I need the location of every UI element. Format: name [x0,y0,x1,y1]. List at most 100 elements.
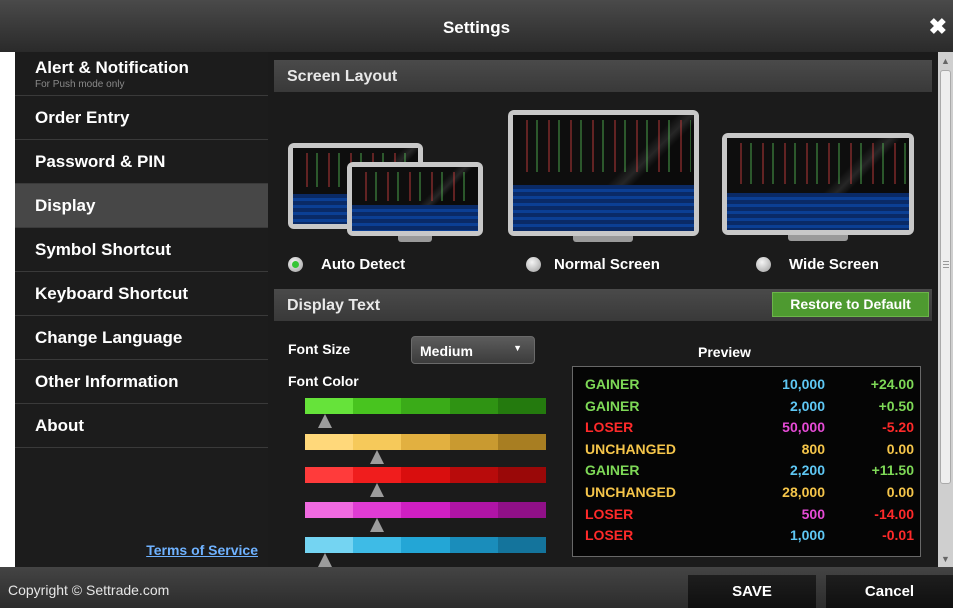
color-swatch[interactable] [497,467,547,483]
preview-change: -5.20 [882,419,914,436]
copyright-text: Copyright © Settrade.com [8,582,170,598]
color-swatch[interactable] [449,502,498,518]
slider-thumb-icon[interactable] [370,483,385,497]
color-swatch[interactable] [497,502,547,518]
preview-volume: 800 [801,440,825,457]
sidebar-item-label: Keyboard Shortcut [35,283,189,303]
slider-thumb-icon[interactable] [318,414,333,428]
preview-row: UNCHANGED 800 0.00 [585,439,920,461]
preview-row: LOSER 50,000 -5.20 [585,417,920,439]
display-settings-panel: Screen Layout Auto Detect Normal Screen … [268,52,938,567]
color-swatch[interactable] [449,434,498,450]
screen-layout-header: Screen Layout [274,60,932,92]
sidebar-item-sublabel: For Push mode only [35,78,125,90]
normal-screen-radio[interactable]: Normal Screen [526,256,660,273]
color-swatch[interactable] [305,537,354,553]
window-title: Settings [442,18,511,37]
preview-volume: 28,000 [782,483,825,500]
slider-thumb-icon[interactable] [370,450,385,464]
normal-screen-monitor [508,110,699,236]
sidebar-item-keyboard-shortcut[interactable]: Keyboard Shortcut [15,272,268,316]
font-size-value: Medium [420,343,473,359]
color-swatch[interactable] [449,537,498,553]
color-swatch[interactable] [401,467,450,483]
sidebar-item-display[interactable]: Display [15,184,268,228]
color-swatch[interactable] [353,434,402,450]
preview-title: Preview [698,344,751,360]
font-color-slider-value[interactable] [305,537,547,553]
sidebar-item-label: About [35,415,85,435]
radio-label: Wide Screen [789,256,879,273]
color-swatch[interactable] [353,398,402,414]
sidebar-item-password-pin[interactable]: Password & PIN [15,140,268,184]
preview-change: 0.00 [886,440,914,457]
color-swatch[interactable] [449,398,498,414]
scroll-down-icon[interactable]: ▼ [941,554,950,564]
terms-of-service-link[interactable]: Terms of Service [146,542,258,558]
color-swatch[interactable] [497,434,547,450]
preview-status: LOSER [585,419,634,436]
sidebar-item-label: Order Entry [35,107,130,127]
color-swatch[interactable] [305,502,354,518]
font-size-select[interactable]: Medium ▼ [411,336,535,364]
preview-row: GAINER 2,000 +0.50 [585,396,920,418]
close-icon[interactable]: ✖ [929,14,947,40]
preview-change: -14.00 [874,505,914,522]
scrollbar-thumb[interactable] [940,70,951,484]
save-button[interactable]: SAVE [688,575,816,608]
wide-screen-radio[interactable]: Wide Screen [756,256,879,273]
preview-change: 0.00 [886,483,914,500]
cancel-button[interactable]: Cancel [826,575,953,608]
font-size-label: Font Size [288,341,351,357]
font-color-slider-unchanged[interactable] [305,434,547,450]
preview-volume: 10,000 [782,376,825,392]
sidebar-item-label: Alert & Notification [35,57,189,77]
scroll-up-icon[interactable]: ▲ [941,56,950,66]
footer: Copyright © Settrade.com SAVE Cancel [0,567,953,608]
font-color-slider-gainer[interactable] [305,398,547,414]
preview-row: GAINER 2,200 +11.50 [585,460,920,482]
color-swatch[interactable] [497,398,547,414]
sidebar-item-other-information[interactable]: Other Information [15,360,268,404]
color-swatch[interactable] [401,398,450,414]
sidebar-item-order-entry[interactable]: Order Entry [15,96,268,140]
color-swatch[interactable] [305,434,354,450]
sidebar-item-symbol-shortcut[interactable]: Symbol Shortcut [15,228,268,272]
color-swatch[interactable] [305,398,354,414]
sidebar-item-about[interactable]: About [15,404,268,448]
preview-status: LOSER [585,505,634,522]
color-swatch[interactable] [449,467,498,483]
monitor-stand [398,236,432,242]
preview-status: LOSER [585,527,634,544]
preview-row: LOSER 500 -14.00 [585,504,920,526]
color-swatch[interactable] [305,467,354,483]
auto-detect-radio[interactable]: Auto Detect [288,256,405,273]
radio-unchecked-icon [756,257,771,272]
radio-unchecked-icon [526,257,541,272]
restore-default-button[interactable]: Restore to Default [772,292,929,317]
color-swatch[interactable] [401,434,450,450]
vertical-scrollbar[interactable]: ▲ ▼ [938,52,953,567]
preview-change: +24.00 [870,376,914,392]
monitor-stand [573,236,633,242]
sidebar-item-label: Symbol Shortcut [35,239,172,259]
sidebar-item-change-language[interactable]: Change Language [15,316,268,360]
slider-thumb-icon[interactable] [370,518,385,532]
auto-detect-monitor-front [347,162,483,236]
sidebar-item-alert-notification[interactable]: Alert & Notification For Push mode only [15,52,268,96]
color-swatch[interactable] [353,467,402,483]
color-swatch[interactable] [353,502,402,518]
preview-change: -0.01 [882,527,914,544]
monitor-stand [788,235,848,241]
font-color-slider-loser[interactable] [305,467,547,483]
radio-label: Auto Detect [321,256,406,273]
preview-volume: 1,000 [789,527,825,544]
preview-row: LOSER 1,000 -0.01 [585,525,920,547]
slider-thumb-icon[interactable] [318,553,333,567]
font-color-slider-volume[interactable] [305,502,547,518]
preview-change: +11.50 [871,462,914,479]
color-swatch[interactable] [401,502,450,518]
color-swatch[interactable] [353,537,402,553]
color-swatch[interactable] [497,537,547,553]
color-swatch[interactable] [401,537,450,553]
